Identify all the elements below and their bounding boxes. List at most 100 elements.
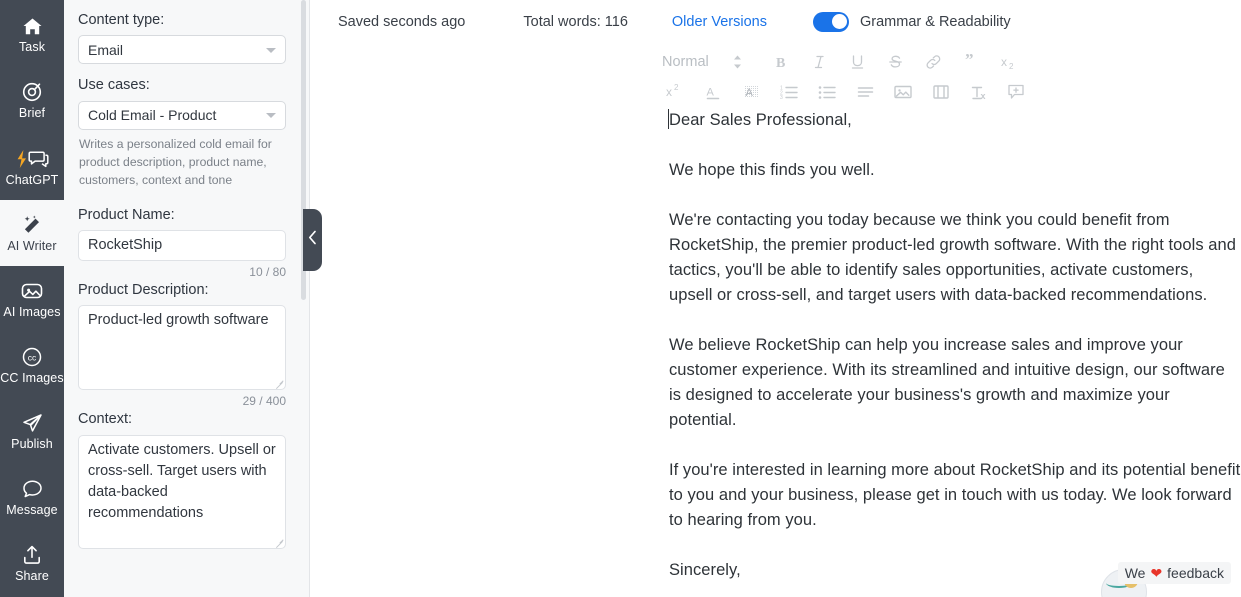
context-textarea[interactable] <box>78 434 286 549</box>
svg-text:A: A <box>707 86 715 98</box>
svg-text:A: A <box>746 87 754 99</box>
blockquote-icon[interactable]: ” <box>957 47 987 77</box>
sidebar-item-task[interactable]: Task <box>0 2 64 68</box>
document-paragraph: We're contacting you today because we th… <box>669 211 1236 304</box>
use-cases-label: Use cases: <box>78 77 150 94</box>
content-type-label: Content type: <box>78 12 165 28</box>
strikethrough-icon[interactable] <box>881 47 911 77</box>
subscript-icon[interactable]: x2 <box>995 47 1025 77</box>
feedback-prefix: We <box>1124 565 1146 581</box>
product-name-label: Product Name: <box>78 206 175 223</box>
product-description-counter: 29 / 400 <box>242 394 286 409</box>
svg-text:”: ” <box>965 54 974 69</box>
sidebar-item-publish[interactable]: Publish <box>0 399 64 465</box>
document-paragraph: We hope this finds you well. <box>669 161 875 179</box>
context-label: Context: <box>78 411 132 428</box>
use-cases-select[interactable]: Cold Email - Product <box>78 100 286 130</box>
product-description-label: Product Description: <box>78 281 209 298</box>
primary-nav-rail: Task Brief ChatGPT AI Writer AI Images c… <box>0 0 64 597</box>
saved-status: Saved seconds ago <box>338 13 466 30</box>
heart-icon: ❤ <box>1150 565 1163 581</box>
bullet-list-icon[interactable] <box>812 77 842 107</box>
product-name-input[interactable] <box>78 229 286 261</box>
svg-text:x: x <box>981 91 986 101</box>
add-comment-icon[interactable] <box>1002 77 1032 107</box>
sidebar-item-label: AI Images <box>3 304 61 319</box>
sidebar-item-chatgpt[interactable]: ChatGPT <box>0 134 64 200</box>
svg-text:x: x <box>1001 55 1007 69</box>
feedback-badge[interactable]: We ❤ feedback <box>1117 562 1231 584</box>
formatting-toolbar: Normal B ” x2 x 2 A A 1 2 3 x <box>310 43 1050 107</box>
insert-image-icon[interactable] <box>888 77 918 107</box>
svg-text:2: 2 <box>1009 62 1014 70</box>
cc-icon: cc <box>22 347 42 367</box>
collapse-panel-handle[interactable] <box>303 209 322 271</box>
chat-icon <box>22 479 43 499</box>
sidebar-item-label: ChatGPT <box>5 172 59 187</box>
underline-icon[interactable] <box>843 47 873 77</box>
svg-text:2: 2 <box>674 84 679 92</box>
svg-text:3: 3 <box>780 95 783 100</box>
italic-icon[interactable] <box>805 47 835 77</box>
sidebar-item-cc-images[interactable]: cc CC Images <box>0 333 64 399</box>
panel-scrollbar[interactable] <box>301 0 306 597</box>
sidebar-item-message[interactable]: Message <box>0 465 64 531</box>
feedback-suffix: feedback <box>1167 565 1224 581</box>
older-versions-link[interactable]: Older Versions <box>672 14 767 30</box>
document-editor[interactable]: Dear Sales Professional, We hope this fi… <box>310 108 1241 597</box>
grammar-readability-label: Grammar & Readability <box>860 13 1011 30</box>
product-name-counter: 10 / 80 <box>249 264 286 279</box>
ai-writer-form-panel: Content type: Email Use cases: Cold Emai… <box>64 0 310 597</box>
sidebar-item-label: Publish <box>11 436 53 451</box>
content-type-value: Email <box>88 41 124 58</box>
superscript-icon[interactable]: x2 <box>660 77 690 107</box>
style-stepper-icon[interactable] <box>723 47 753 77</box>
sidebar-item-brief[interactable]: Brief <box>0 68 64 134</box>
svg-text:B: B <box>776 56 785 70</box>
bold-icon[interactable]: B <box>767 47 797 77</box>
grammar-readability-toggle[interactable] <box>813 11 849 32</box>
target-icon <box>22 82 42 102</box>
align-icon[interactable] <box>850 77 880 107</box>
sidebar-item-label: Share <box>15 569 49 584</box>
sidebar-item-label: CC Images <box>0 370 64 385</box>
chatgpt-icon <box>15 149 49 169</box>
chevron-down-icon <box>266 113 276 119</box>
wand-icon <box>21 215 43 235</box>
insert-video-icon[interactable] <box>926 77 956 107</box>
svg-text:x: x <box>666 85 672 99</box>
link-icon[interactable] <box>919 47 949 77</box>
editor-topbar: Saved seconds ago Total words: 116 Older… <box>310 0 1241 43</box>
paragraph-style-select[interactable]: Normal <box>660 47 711 77</box>
clear-format-icon[interactable]: x <box>964 77 994 107</box>
context-wrap <box>78 434 286 549</box>
product-description-textarea[interactable] <box>78 305 286 391</box>
text-color-icon[interactable]: A <box>698 77 728 107</box>
upload-icon <box>22 545 42 565</box>
home-icon <box>22 16 43 36</box>
product-description-wrap <box>78 305 286 391</box>
document-paragraph: We believe RocketShip can help you incre… <box>669 336 1225 429</box>
sidebar-item-label: Brief <box>18 106 46 121</box>
chevron-left-icon <box>308 230 317 250</box>
document-paragraph: Dear Sales Professional, <box>668 108 1241 133</box>
ordered-list-icon[interactable]: 123 <box>774 77 804 107</box>
sidebar-item-share[interactable]: Share <box>0 531 64 597</box>
sidebar-item-label: Message <box>6 503 58 518</box>
send-icon <box>22 413 43 433</box>
total-words: Total words: 116 <box>523 13 628 30</box>
image-icon <box>21 281 43 301</box>
app-root: Task Brief ChatGPT AI Writer AI Images c… <box>0 0 1241 597</box>
highlight-color-icon[interactable]: A <box>736 77 766 107</box>
sidebar-item-label: AI Writer <box>7 238 57 253</box>
svg-text:cc: cc <box>28 352 37 362</box>
sidebar-item-ai-images[interactable]: AI Images <box>0 266 64 332</box>
editor-area: Saved seconds ago Total words: 116 Older… <box>310 0 1241 597</box>
chevron-down-icon <box>266 47 276 53</box>
paragraph-text: Dear Sales Professional, <box>669 111 852 129</box>
document-paragraph: If you're interested in learning more ab… <box>669 461 1241 529</box>
use-cases-helper-text: Writes a personalized cold email for pro… <box>79 136 272 187</box>
content-type-select[interactable]: Email <box>78 35 286 65</box>
sidebar-item-ai-writer[interactable]: AI Writer <box>0 200 64 267</box>
sidebar-item-label: Task <box>18 40 46 55</box>
